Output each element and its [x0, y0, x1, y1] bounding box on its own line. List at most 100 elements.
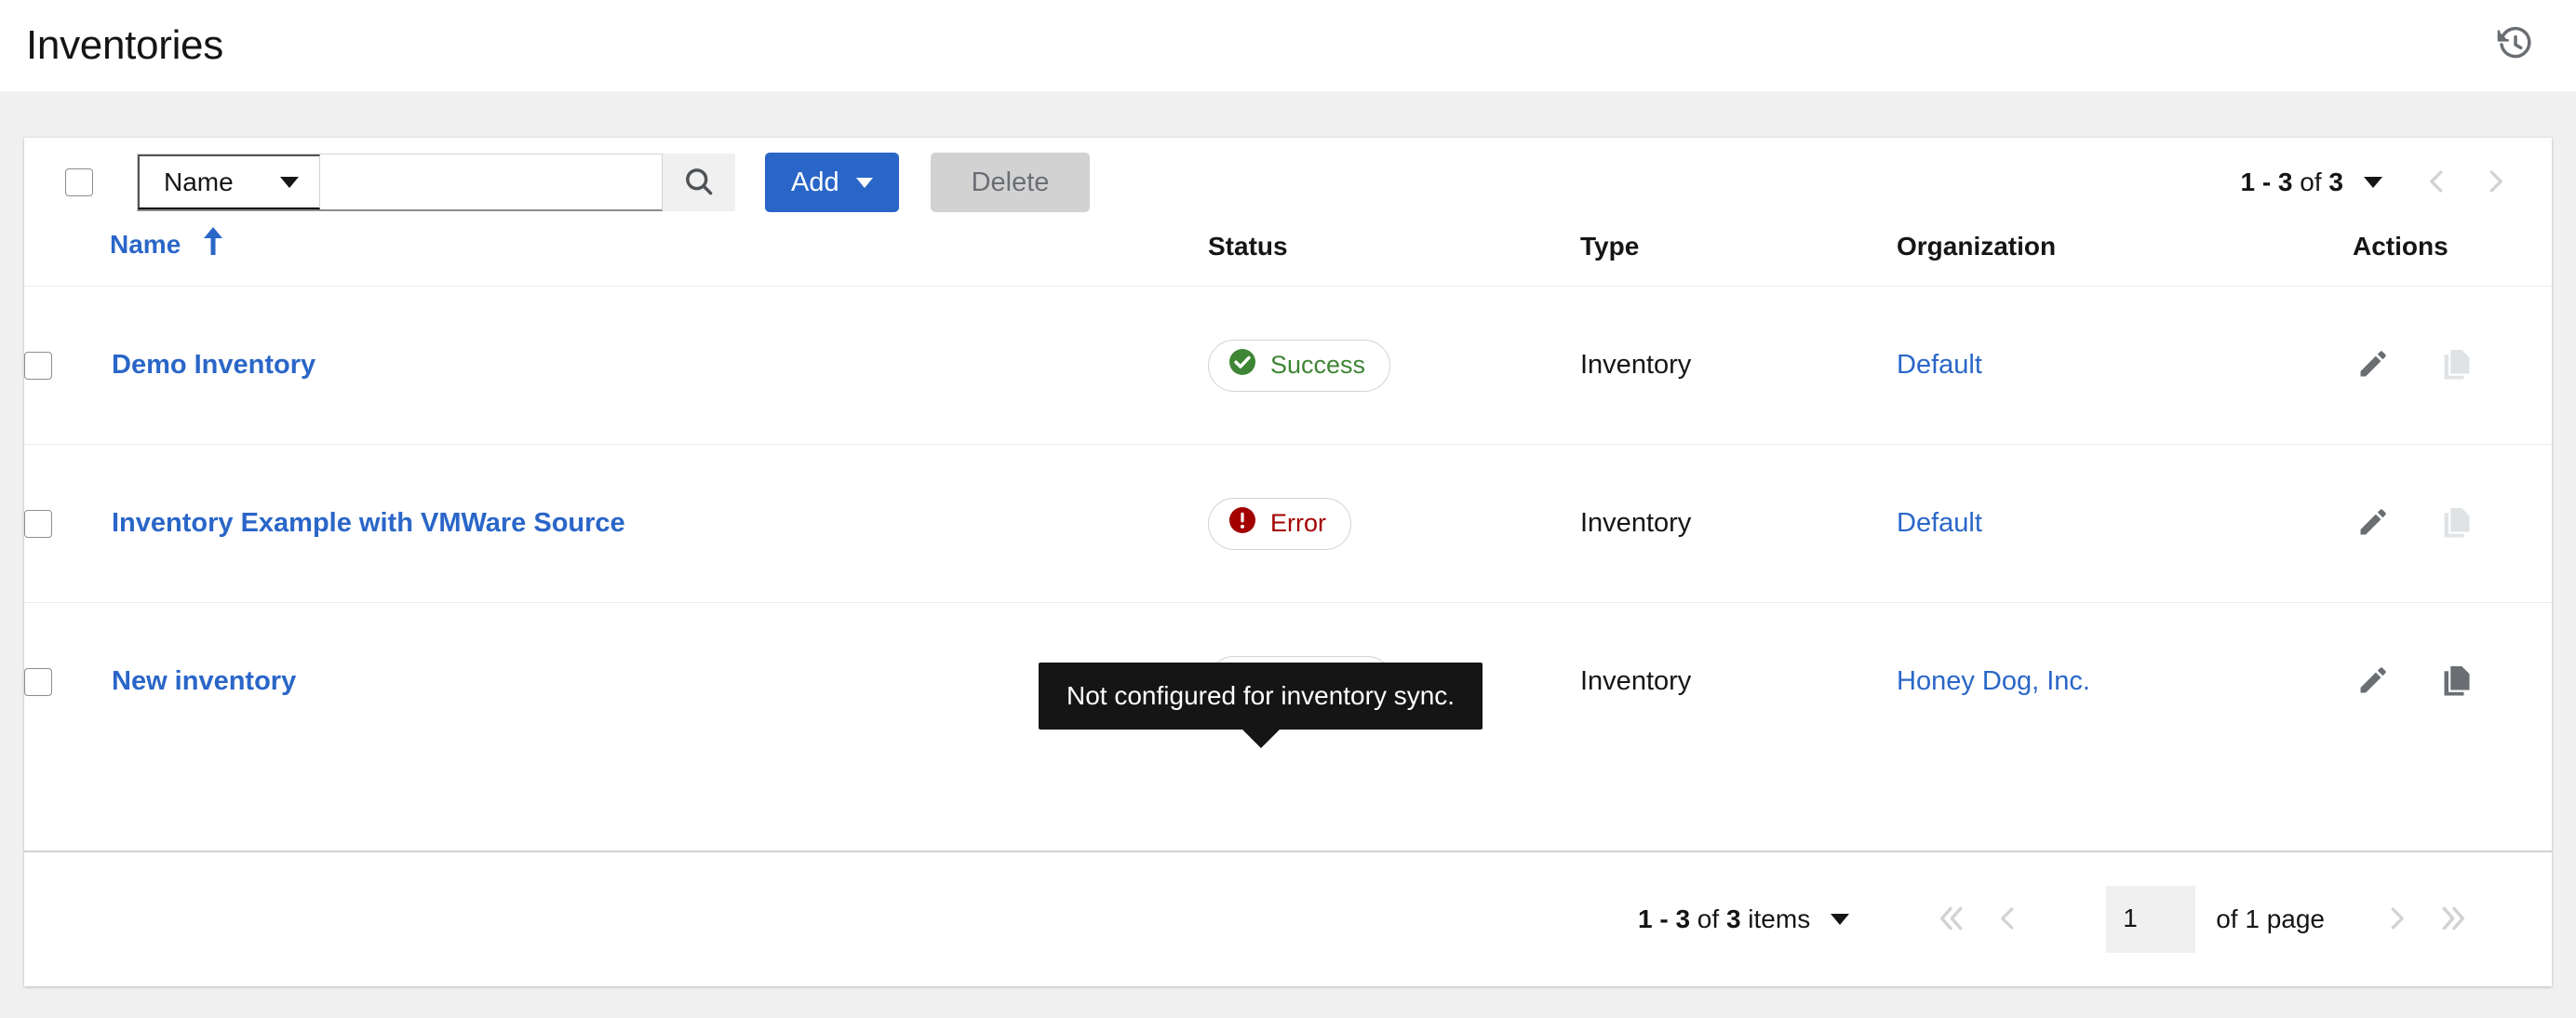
chevron-down-icon: [1831, 914, 1849, 925]
exclamation-circle-icon: [1228, 505, 1257, 542]
table-head: Name Status Type Organization Actions: [24, 227, 2552, 287]
history-button[interactable]: [2490, 20, 2541, 71]
organization-link[interactable]: Default: [1897, 508, 1982, 538]
search-input[interactable]: [320, 154, 662, 209]
delete-button[interactable]: Delete: [931, 153, 1091, 212]
page-number-input[interactable]: [2106, 886, 2195, 953]
check-circle-icon: [1228, 347, 1257, 383]
row-actions-cell: [2353, 603, 2552, 761]
header-actions: [2490, 20, 2541, 71]
column-header-name: Name: [110, 227, 1208, 287]
page-header: Inventories: [0, 0, 2576, 91]
table-row: Inventory Example with VMWare Source Err…: [24, 445, 2552, 603]
copy-inventory-button[interactable]: [2436, 345, 2477, 386]
column-header-name-label: Name: [110, 230, 181, 260]
pencil-icon: [2356, 347, 2390, 383]
pencil-icon: [2356, 505, 2390, 542]
copy-inventory-button[interactable]: [2436, 662, 2477, 703]
chevron-down-icon: [280, 177, 299, 188]
status-badge[interactable]: Success: [1208, 340, 1390, 392]
row-organization-cell: Default: [1897, 287, 2353, 445]
chevron-left-icon: [1994, 904, 2022, 935]
status-badge[interactable]: Error: [1208, 498, 1351, 550]
row-type-cell: Inventory: [1580, 287, 1897, 445]
history-icon: [2497, 26, 2534, 66]
row-actions: [2353, 345, 2552, 386]
top-pagination: 1 - 3 of 3: [2240, 154, 2524, 211]
column-header-organization: Organization: [1897, 227, 2353, 287]
row-actions: [2353, 662, 2552, 703]
organization-link[interactable]: Default: [1897, 350, 1982, 380]
column-header-status: Status: [1208, 227, 1580, 287]
chevron-right-icon: [2382, 904, 2410, 935]
edit-inventory-button[interactable]: [2353, 662, 2394, 703]
footer-perpage-toggle[interactable]: [1810, 914, 1875, 925]
edit-inventory-button[interactable]: [2353, 345, 2394, 386]
footer-nav-left: [1922, 891, 2037, 948]
row-checkbox[interactable]: [24, 510, 52, 538]
status-tooltip: Not configured for inventory sync.: [1039, 663, 1483, 730]
total-pages-label: of 1 page: [2216, 904, 2325, 934]
row-checkbox[interactable]: [24, 352, 52, 380]
row-type-cell: Inventory: [1580, 445, 1897, 603]
inventory-name-link[interactable]: Demo Inventory: [110, 350, 315, 380]
footer-pagination: 1 - 3 of 3 items of 1 page: [24, 851, 2552, 986]
table-row: Demo Inventory Success Inventory Default: [24, 287, 2552, 445]
search-icon: [682, 165, 716, 201]
row-actions-cell: [2353, 445, 2552, 603]
copy-icon: [2440, 505, 2474, 542]
organization-link[interactable]: Honey Dog, Inc.: [1897, 666, 2090, 696]
footer-first-page-button[interactable]: [1922, 891, 1979, 948]
chevron-right-icon: [2481, 167, 2509, 198]
filter-field-select-value: Name: [164, 167, 234, 197]
copy-icon: [2440, 347, 2474, 383]
header-checkbox-spacer: [24, 227, 110, 287]
add-button[interactable]: Add: [765, 153, 899, 212]
row-organization-cell: Default: [1897, 445, 2353, 603]
inventory-name-link[interactable]: New inventory: [110, 666, 296, 696]
top-pagination-perpage-toggle[interactable]: [2343, 177, 2408, 188]
footer-items-summary: 1 - 3 of 3 items: [1638, 904, 1810, 934]
column-header-type: Type: [1580, 227, 1897, 287]
select-all-checkbox[interactable]: [65, 168, 93, 196]
inventories-card: Name Add Delete 1 - 3 of 3: [24, 138, 2552, 986]
footer-nav-right: [2368, 891, 2483, 948]
row-status-cell: Error: [1208, 445, 1580, 603]
chevron-down-icon: [2364, 177, 2382, 188]
row-checkbox[interactable]: [24, 668, 52, 696]
footer-next-page-button[interactable]: [2368, 891, 2425, 948]
row-name-cell: Inventory Example with VMWare Source: [110, 445, 1208, 603]
footer-prev-page-button[interactable]: [1979, 891, 2037, 948]
row-checkbox-cell: [24, 603, 110, 761]
top-pagination-summary: 1 - 3 of 3: [2240, 167, 2343, 197]
footer-last-page-button[interactable]: [2425, 891, 2483, 948]
delete-button-label: Delete: [972, 167, 1050, 198]
row-organization-cell: Honey Dog, Inc.: [1897, 603, 2353, 761]
row-type-cell: Inventory: [1580, 603, 1897, 761]
edit-inventory-button[interactable]: [2353, 503, 2394, 544]
search-button[interactable]: [663, 154, 735, 211]
chevron-down-icon: [856, 178, 873, 188]
sort-asc-arrow-icon: [201, 227, 225, 261]
table-header-row: Name Status Type Organization Actions: [24, 227, 2552, 287]
top-pagination-prev[interactable]: [2408, 154, 2466, 211]
copy-inventory-button[interactable]: [2436, 503, 2477, 544]
status-badge-label: Error: [1270, 509, 1326, 538]
chevron-left-icon: [2423, 167, 2451, 198]
double-chevron-left-icon: [1936, 904, 1966, 936]
row-actions-cell: [2353, 287, 2552, 445]
row-checkbox-cell: [24, 287, 110, 445]
row-status-cell: Success: [1208, 287, 1580, 445]
add-button-label: Add: [791, 167, 839, 198]
column-header-actions: Actions: [2353, 227, 2552, 287]
sort-by-name[interactable]: Name: [110, 227, 225, 261]
toolbar: Name Add Delete 1 - 3 of 3: [24, 138, 2552, 227]
top-pagination-next[interactable]: [2466, 154, 2524, 211]
status-tooltip-text: Not configured for inventory sync.: [1067, 681, 1455, 710]
inventory-name-link[interactable]: Inventory Example with VMWare Source: [110, 508, 625, 538]
double-chevron-right-icon: [2439, 904, 2469, 936]
row-checkbox-cell: [24, 445, 110, 603]
page-title: Inventories: [26, 25, 223, 66]
filter-field-select[interactable]: Name: [138, 154, 320, 209]
row-actions: [2353, 503, 2552, 544]
